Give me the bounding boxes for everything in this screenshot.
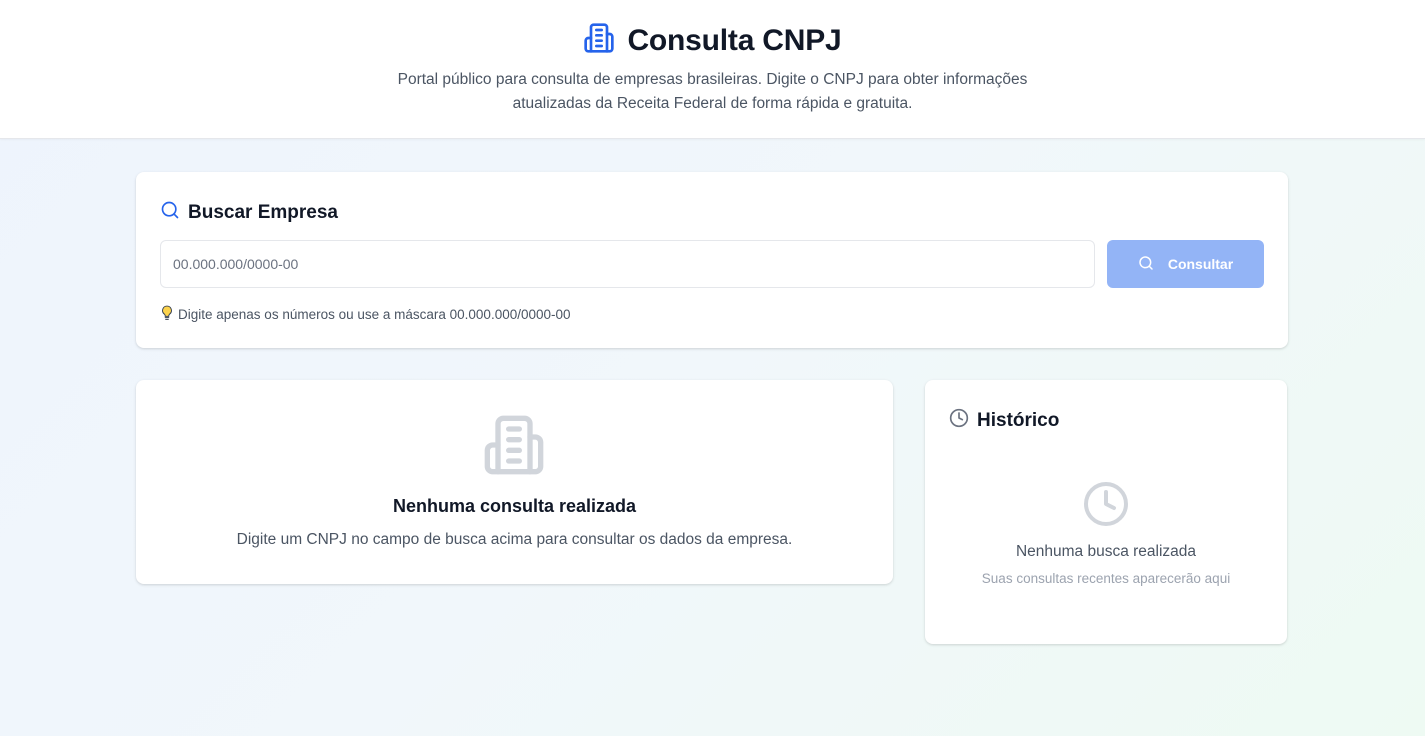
history-title: Histórico xyxy=(977,410,1060,431)
search-hint: Digite apenas os números ou use a máscar… xyxy=(160,305,571,324)
history-card: Histórico Nenhuma busca realizada Suas c… xyxy=(925,380,1287,644)
results-empty-text: Digite um CNPJ no campo de busca acima p… xyxy=(236,531,793,548)
history-empty-subtitle: Suas consultas recentes aparecerão aqui xyxy=(981,571,1231,586)
page-title: Consulta CNPJ xyxy=(627,23,842,57)
cnpj-input[interactable] xyxy=(160,240,1095,288)
page-subtitle: Portal público para consulta de empresas… xyxy=(397,71,1028,112)
page-header: Consulta CNPJ Portal público para consul… xyxy=(0,0,1425,139)
lightbulb-icon xyxy=(160,305,174,324)
history-card-heading: Histórico xyxy=(949,408,1059,434)
search-card: Buscar Empresa Consultar Digite apenas o… xyxy=(136,172,1288,348)
consult-button-label: Consultar xyxy=(1167,256,1234,272)
building-icon xyxy=(583,22,615,59)
search-card-title: Buscar Empresa xyxy=(188,202,338,223)
building-icon xyxy=(482,413,546,477)
search-card-heading: Buscar Empresa xyxy=(160,200,338,226)
clock-icon xyxy=(1082,480,1130,528)
search-hint-text: Digite apenas os números ou use a máscar… xyxy=(178,307,571,322)
results-empty-state: Nenhuma consulta realizada Digite um CNP… xyxy=(136,380,893,584)
consult-button[interactable]: Consultar xyxy=(1107,240,1264,288)
search-icon xyxy=(160,200,180,226)
results-empty-title: Nenhuma consulta realizada xyxy=(392,496,637,516)
history-empty-title: Nenhuma busca realizada xyxy=(1015,543,1197,560)
title-row: Consulta CNPJ xyxy=(0,22,1425,59)
clock-icon xyxy=(949,408,969,434)
search-icon xyxy=(1138,255,1154,274)
